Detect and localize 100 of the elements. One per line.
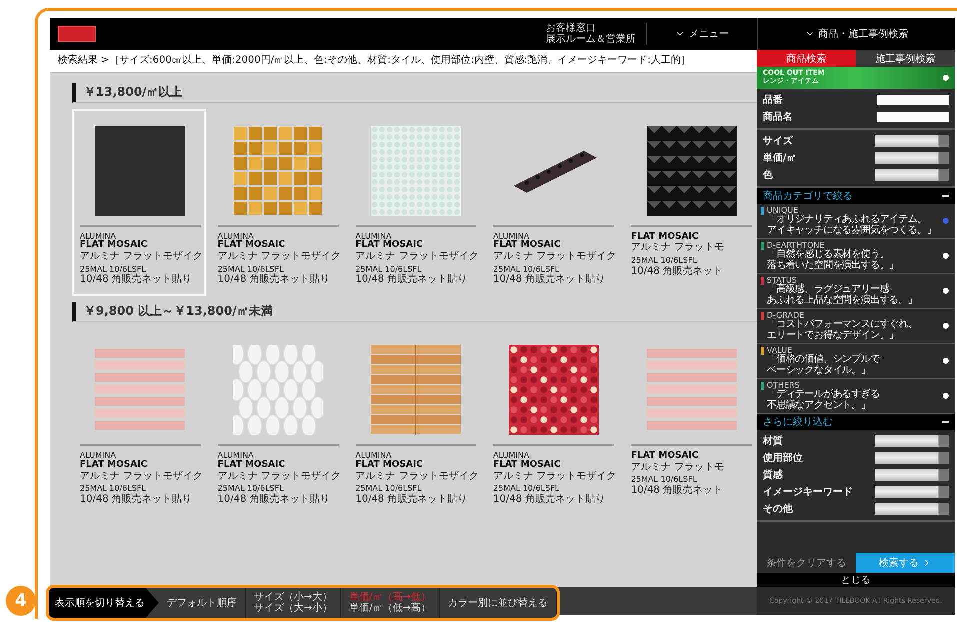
product-card[interactable]: ALUMINA FLAT MOSAIC アルミナ フラットモザイク 25MAL 10/6LSFL 10/48 角販売ネット貼り: [485, 328, 620, 516]
product-note: 10/48 角販売ネット貼り: [493, 494, 606, 506]
product-note: 10/48 角販売ネット貼り: [218, 274, 331, 286]
product-note: 10/48 角販売ネット貼り: [80, 274, 193, 286]
dropdown[interactable]: [875, 469, 949, 481]
dropdown[interactable]: [875, 135, 949, 147]
search-tab[interactable]: 施工事例検索: [856, 50, 955, 67]
sort-option[interactable]: サイズ（小→大）: [254, 592, 332, 603]
product-name-japanese: アルミナ フラットモザイク: [356, 470, 476, 482]
menu-button[interactable]: メニュー: [647, 18, 757, 50]
dropdown[interactable]: [875, 486, 949, 498]
category-code: D-GRADE: [767, 311, 804, 320]
product-code: 25MAL 10/6LSFL: [356, 266, 423, 274]
field-label: 品番: [763, 94, 783, 107]
product-code: 25MAL 10/6LSFL: [631, 256, 698, 266]
product-brand: ALUMINA: [493, 452, 530, 460]
dropdown[interactable]: [875, 169, 949, 181]
field-label: 使用部位: [763, 452, 803, 465]
sort-option[interactable]: デフォルト順序: [167, 598, 237, 608]
category-option[interactable]: D-EARTHTONE 「自然を感じる素材を使う。 落ち着いた空間を演出する。」: [757, 239, 955, 274]
category-description: 「高級感、ラグジュアリー感 あふれる上品な空間を演出する。」: [766, 285, 918, 306]
category-header[interactable]: 商品カテゴリで絞る: [757, 188, 955, 204]
product-card[interactable]: ALUMINA FLAT MOSAIC アルミナ フラットモザイク 25MAL 10/6LSFL 10/48 角販売ネット貼り: [348, 328, 482, 516]
field-label: 材質: [763, 434, 783, 448]
product-brand: ALUMINA: [80, 232, 116, 240]
product-note: 10/48 角販売ネット貼り: [493, 274, 606, 286]
input-field[interactable]: [877, 112, 949, 122]
category-code: VALUE: [767, 346, 792, 355]
product-card[interactable]: ALUMINA FLAT MOSAIC アルミナ フラットモザイク 25MAL 10/6LSFL 10/48 角販売ネット貼り: [485, 108, 620, 296]
product-brand: ALUMINA: [218, 232, 254, 240]
category-option[interactable]: UNIQUE 「オリジナリティあふれるアイテム。 アイキャッチになる雰囲気をつくる。」: [757, 204, 955, 239]
product-name: FLAT MOSAIC: [80, 241, 148, 252]
category-option[interactable]: D-GRADE 「コストパフォーマンスにすぐれ、 エリートでお得なデザイン。」: [757, 309, 955, 344]
product-card[interactable]: ALUMINA FLAT MOSAIC アルミナ フラットモザイク 25MAL 10/6LSFL 10/48 角販売ネット貼り: [72, 108, 206, 296]
product-code: 25MAL 10/6LSFL: [218, 266, 285, 274]
product-name-japanese: アルミナ フラットモザイク: [80, 251, 201, 263]
product-card[interactable]: ALUMINA FLAT MOSAIC アルミナ フラットモザイク 25MAL 10/6LSFL 10/48 角販売ネット貼り: [348, 108, 482, 296]
search-panel-toggle[interactable]: 商品・施工事例検索: [757, 18, 955, 50]
product-name: FLAT MOSAIC: [631, 452, 700, 462]
product-note: 10/48 角販売ネット: [631, 485, 724, 497]
product-name-japanese: アルミナ フラットモザイク: [493, 470, 614, 482]
sort-option[interactable]: 単価/㎡（低→高）: [349, 603, 432, 614]
product-name-japanese: アルミナ フラットモザイク: [80, 470, 201, 482]
dropdown[interactable]: [875, 452, 949, 464]
sort-label: 表示順を切り替える: [49, 588, 159, 618]
product-note: 10/48 角販売ネット貼り: [356, 494, 469, 506]
breadcrumb: 検索結果 >［サイズ:600㎠以上、単価:2000円/㎡以上、色:その他、材質:タイル、使用部位:内壁、質感:艶消、イメージキーワード:人工的］: [50, 50, 757, 72]
product-code: 25MAL 10/6LSFL: [80, 485, 148, 494]
product-brand: ALUMINA: [356, 452, 393, 460]
search-tab[interactable]: 商品検索: [757, 50, 856, 67]
product-name: FLAT MOSAIC: [493, 460, 562, 471]
input-field[interactable]: [877, 95, 949, 105]
product-card[interactable]: FLAT MOSAIC アルミナ フラットモ 25MAL 10/6LSFL 10/48 角販売ネット: [623, 328, 757, 516]
category-code: D-EARTHTONE: [767, 241, 825, 250]
category-description: 「価格の価値、シンプルで ベーシックなタイル。」: [766, 355, 882, 376]
close-button[interactable]: とじる: [757, 573, 955, 587]
product-card[interactable]: FLAT MOSAIC アルミナ フラットモ 25MAL 10/6LSFL 10/48 角販売ネット: [623, 108, 757, 296]
product-name: FLAT MOSAIC: [356, 460, 424, 471]
product-code: 25MAL 10/6LSFL: [493, 485, 561, 494]
product-name-japanese: アルミナ フラットモザイク: [493, 251, 614, 263]
refine-header[interactable]: さらに絞り込む: [757, 414, 955, 430]
contact-link[interactable]: お客様窓口 展示ルーム＆営業所: [536, 23, 647, 45]
product-note: 10/48 角販売ネット貼り: [356, 274, 469, 286]
product-brand: ALUMINA: [356, 232, 392, 240]
field-label: イメージキーワード: [763, 486, 853, 499]
field-label: 商品名: [763, 110, 793, 124]
category-code: OTHERS: [767, 381, 800, 390]
field-label: 単価/㎡: [763, 152, 797, 165]
field-label: 質感: [763, 468, 783, 482]
category-code: UNIQUE: [767, 206, 798, 215]
product-name: FLAT MOSAIC: [218, 241, 286, 252]
dropdown[interactable]: [875, 152, 949, 164]
category-description: 「ディテールがあるすぎる 不思議なアクセント。」: [766, 390, 881, 411]
sort-option[interactable]: サイズ（大→小）: [254, 603, 332, 614]
product-brand: ALUMINA: [493, 232, 530, 240]
field-label: 色: [763, 168, 773, 182]
product-name-japanese: アルミナ フラットモ: [631, 242, 726, 254]
product-brand: ALUMINA: [218, 452, 255, 460]
product-name: FLAT MOSAIC: [631, 232, 700, 242]
category-description: 「コストパフォーマンスにすぐれ、 エリートでお得なデザイン。」: [766, 320, 918, 341]
product-note: 10/48 角販売ネット貼り: [218, 494, 331, 506]
product-card[interactable]: ALUMINA FLAT MOSAIC アルミナ フラットモザイク 25MAL 10/6LSFL 10/48 角販売ネット貼り: [72, 328, 206, 516]
product-name: FLAT MOSAIC: [80, 460, 148, 471]
category-option[interactable]: VALUE 「価格の価値、シンプルで ベーシックなタイル。」: [757, 344, 955, 379]
field-label: サイズ: [763, 134, 793, 148]
product-name-japanese: アルミナ フラットモ: [631, 462, 726, 474]
product-card[interactable]: ALUMINA FLAT MOSAIC アルミナ フラットモザイク 25MAL 10/6LSFL 10/48 角販売ネット貼り: [210, 328, 344, 516]
product-note: 10/48 角販売ネット: [631, 266, 724, 278]
product-name-japanese: アルミナ フラットモザイク: [356, 251, 476, 263]
category-option[interactable]: STATUS 「高級感、ラグジュアリー感 あふれる上品な空間を演出する。」: [757, 274, 955, 309]
sort-option[interactable]: カラー別に並び替える: [448, 598, 548, 608]
dropdown[interactable]: [875, 503, 949, 515]
category-description: 「自然を感じる素材を使う。 落ち着いた空間を演出する。」: [766, 250, 900, 271]
product-card[interactable]: ALUMINA FLAT MOSAIC アルミナ フラットモザイク 25MAL 10/6LSFL 10/48 角販売ネット貼り: [210, 108, 344, 296]
product-name: FLAT MOSAIC: [218, 460, 286, 471]
dropdown[interactable]: [875, 435, 949, 447]
product-code: 25MAL 10/6LSFL: [493, 266, 561, 274]
product-name-japanese: アルミナ フラットモザイク: [218, 251, 339, 263]
field-label: その他: [763, 502, 793, 516]
product-code: 25MAL 10/6LSFL: [218, 485, 285, 494]
